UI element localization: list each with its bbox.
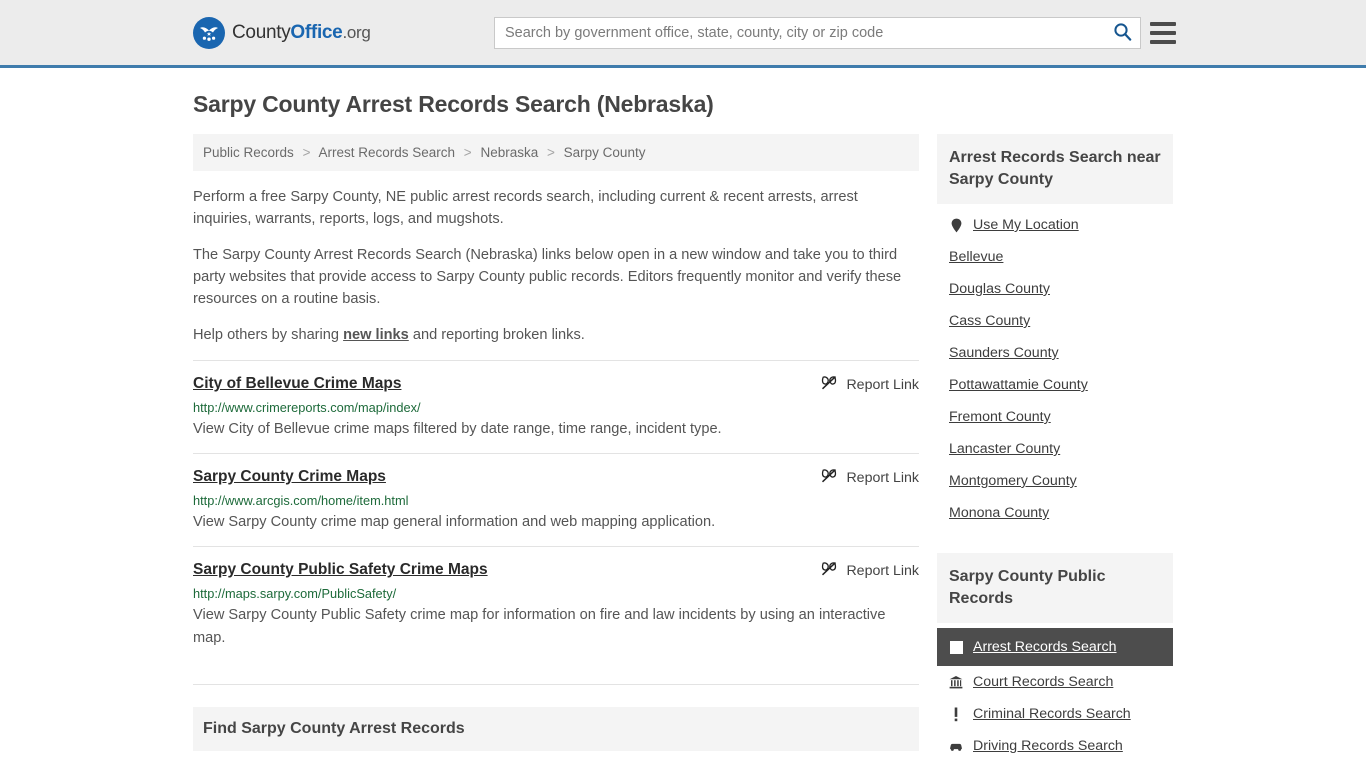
sidebar-item-label: Pottawattamie County bbox=[949, 377, 1088, 393]
sidebar-item-cass-county[interactable]: Cass County bbox=[937, 305, 1173, 337]
sidebar-item-bellevue[interactable]: Bellevue bbox=[937, 241, 1173, 273]
breadcrumb-item-0[interactable]: Public Records bbox=[203, 145, 294, 160]
sidebar-item-court-records-search[interactable]: Court Records Search bbox=[937, 666, 1173, 698]
intro-paragraph-3: Help others by sharing new links and rep… bbox=[193, 324, 919, 346]
sidebar-item-criminal-records-search[interactable]: Criminal Records Search bbox=[937, 698, 1173, 730]
sidebar-item-label: Douglas County bbox=[949, 281, 1050, 297]
sidebar: Arrest Records Search near Sarpy County … bbox=[937, 134, 1173, 762]
sidebar-item-use-my-location[interactable]: Use My Location bbox=[937, 209, 1173, 241]
result-item: City of Bellevue Crime Maps http://www.c… bbox=[193, 360, 919, 453]
site-logo[interactable]: CountyOffice.org bbox=[193, 16, 371, 49]
brand-tld: .org bbox=[342, 22, 371, 42]
sidebar-item-label: Driving Records Search bbox=[973, 738, 1123, 754]
report-link-label: Report Link bbox=[846, 470, 919, 486]
sidebar-item-label: Saunders County bbox=[949, 345, 1059, 361]
intro-paragraph-2: The Sarpy County Arrest Records Search (… bbox=[193, 247, 902, 307]
sidebar-item-label: Arrest Records Search bbox=[973, 639, 1117, 655]
exclamation-icon bbox=[949, 707, 963, 722]
intro-paragraph-1: Perform a free Sarpy County, NE public a… bbox=[193, 189, 858, 227]
sidebar-item-label: Cass County bbox=[949, 313, 1031, 329]
result-item: Sarpy County Crime Maps http://www.arcgi… bbox=[193, 453, 919, 546]
report-link-button[interactable]: Report Link bbox=[821, 561, 919, 581]
search-button[interactable] bbox=[1104, 18, 1140, 48]
sidebar-item-monona-county[interactable]: Monona County bbox=[937, 497, 1173, 529]
page-body: Sarpy County Arrest Records Search (Nebr… bbox=[0, 91, 1366, 768]
broken-link-icon bbox=[821, 561, 837, 581]
sidebar-item-label: Fremont County bbox=[949, 409, 1051, 425]
sidebar-item-label: Court Records Search bbox=[973, 674, 1114, 690]
search-icon bbox=[1113, 22, 1132, 44]
result-title-link[interactable]: Sarpy County Public Safety Crime Maps bbox=[193, 561, 488, 579]
result-description: View Sarpy County Public Safety crime ma… bbox=[193, 607, 886, 646]
countyoffice-eagle-logo-icon bbox=[193, 16, 225, 49]
sidebar-item-label: Montgomery County bbox=[949, 473, 1077, 489]
report-link-button[interactable]: Report Link bbox=[821, 375, 919, 395]
find-records-heading: Find Sarpy County Arrest Records bbox=[193, 707, 919, 751]
sidebar-item-montgomery-county[interactable]: Montgomery County bbox=[937, 465, 1173, 497]
breadcrumb-item-3[interactable]: Sarpy County bbox=[564, 145, 646, 160]
sidebar-records-heading: Sarpy County Public Records bbox=[937, 553, 1173, 623]
sidebar-item-saunders-county[interactable]: Saunders County bbox=[937, 337, 1173, 369]
report-link-button[interactable]: Report Link bbox=[821, 468, 919, 488]
sidebar-item-label: Lancaster County bbox=[949, 441, 1061, 457]
hamburger-menu-icon[interactable] bbox=[1150, 21, 1176, 44]
result-url: http://www.arcgis.com/home/item.html bbox=[193, 493, 409, 508]
search-input[interactable] bbox=[495, 17, 1104, 48]
find-records-body: Sarpy County Arrest Records are public r… bbox=[193, 751, 919, 768]
sidebar-item-label: Monona County bbox=[949, 505, 1050, 521]
broken-link-icon bbox=[821, 468, 837, 488]
help-prefix: Help others by sharing bbox=[193, 327, 344, 343]
sidebar-item-fremont-county[interactable]: Fremont County bbox=[937, 401, 1173, 433]
sidebar-item-label: Use My Location bbox=[973, 217, 1079, 233]
courthouse-icon bbox=[949, 675, 963, 689]
brand-bold: Office bbox=[290, 21, 343, 43]
site-logo-text: CountyOffice.org bbox=[232, 22, 371, 44]
result-title-link[interactable]: City of Bellevue Crime Maps bbox=[193, 375, 401, 393]
car-icon bbox=[949, 741, 963, 752]
report-link-label: Report Link bbox=[846, 563, 919, 579]
result-item: Sarpy County Public Safety Crime Maps ht… bbox=[193, 546, 919, 662]
breadcrumb: Public Records > Arrest Records Search >… bbox=[193, 134, 919, 171]
breadcrumb-item-2[interactable]: Nebraska bbox=[480, 145, 538, 160]
intro-text: Perform a free Sarpy County, NE public a… bbox=[193, 186, 919, 346]
broken-link-icon bbox=[821, 375, 837, 395]
sidebar-item-driving-records-search[interactable]: Driving Records Search bbox=[937, 730, 1173, 762]
sidebar-item-arrest-records-search[interactable]: Arrest Records Search bbox=[937, 628, 1173, 666]
page-title: Sarpy County Arrest Records Search (Nebr… bbox=[193, 91, 714, 117]
breadcrumb-item-1[interactable]: Arrest Records Search bbox=[318, 145, 455, 160]
result-description: View City of Bellevue crime maps filtere… bbox=[193, 421, 722, 437]
help-suffix: and reporting broken links. bbox=[408, 327, 585, 343]
square-icon bbox=[949, 640, 963, 654]
new-links-link[interactable]: new links bbox=[343, 327, 409, 343]
find-records-section: Find Sarpy County Arrest Records Sarpy C… bbox=[193, 684, 919, 768]
breadcrumb-separator: > bbox=[547, 145, 555, 160]
result-title-link[interactable]: Sarpy County Crime Maps bbox=[193, 468, 386, 486]
breadcrumb-separator: > bbox=[463, 145, 472, 160]
main-content: Public Records > Arrest Records Search >… bbox=[193, 134, 919, 768]
result-url: http://maps.sarpy.com/PublicSafety/ bbox=[193, 586, 397, 601]
brand-prefix: County bbox=[232, 21, 291, 43]
result-url: http://www.crimereports.com/map/index/ bbox=[193, 400, 421, 415]
sidebar-near-heading: Arrest Records Search near Sarpy County bbox=[937, 134, 1173, 204]
result-description: View Sarpy County crime map general info… bbox=[193, 514, 716, 530]
sidebar-item-label: Bellevue bbox=[949, 249, 1004, 265]
breadcrumb-separator: > bbox=[302, 145, 311, 160]
location-pin-icon bbox=[949, 218, 963, 233]
sidebar-item-lancaster-county[interactable]: Lancaster County bbox=[937, 433, 1173, 465]
report-link-label: Report Link bbox=[846, 377, 919, 393]
sidebar-near-list: Use My Location Bellevue Douglas County … bbox=[937, 204, 1173, 529]
sidebar-item-pottawattamie-county[interactable]: Pottawattamie County bbox=[937, 369, 1173, 401]
sidebar-item-douglas-county[interactable]: Douglas County bbox=[937, 273, 1173, 305]
sidebar-records-list: Arrest Records Search Court Records Sear… bbox=[937, 623, 1173, 762]
sidebar-item-label: Criminal Records Search bbox=[973, 706, 1131, 722]
site-header: CountyOffice.org bbox=[0, 0, 1366, 68]
search-bar[interactable] bbox=[494, 16, 1141, 49]
